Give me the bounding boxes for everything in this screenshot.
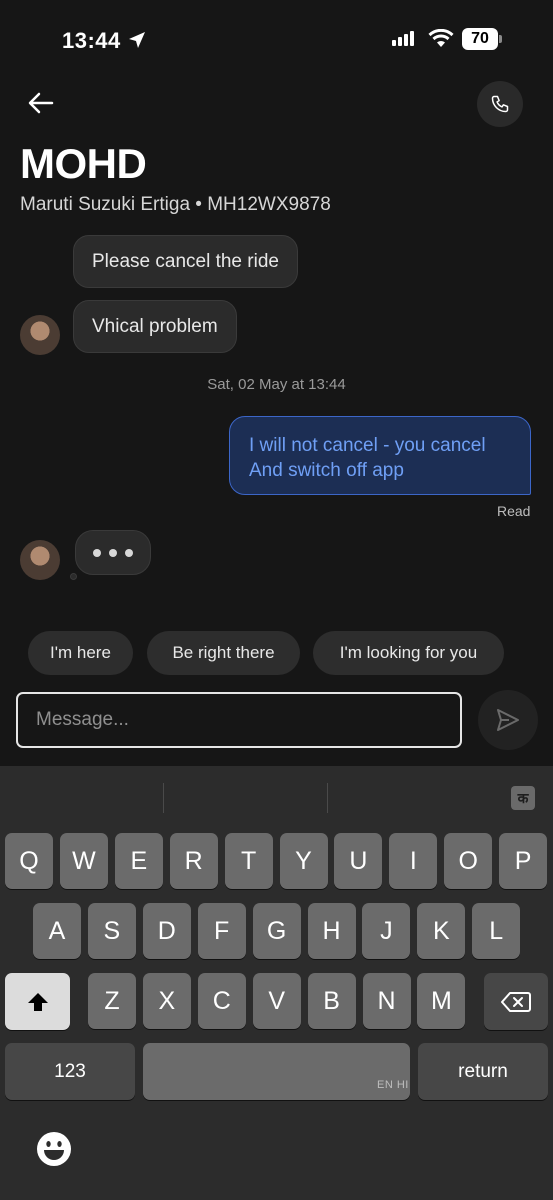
key-u[interactable]: U [334,833,383,889]
outgoing-message: I will not cancel - you cancel And switc… [229,416,531,495]
read-receipt: Read [497,503,531,519]
suggestion-divider [327,783,328,813]
key-x[interactable]: X [142,973,191,1029]
key-f[interactable]: F [197,903,246,959]
typing-dot [109,548,117,557]
driver-avatar [20,315,60,355]
typing-dot [93,548,101,557]
typing-dot [125,548,133,557]
location-arrow-icon [129,32,145,48]
key-g[interactable]: G [252,903,301,959]
quick-reply-be-right-there[interactable]: Be right there [147,631,300,675]
key-b[interactable]: B [307,973,356,1029]
space-key[interactable] [143,1043,410,1100]
message-input[interactable] [16,692,462,748]
phone-icon [491,95,509,113]
cellular-signal-icon [392,31,414,46]
space-key-language-label: EN HI [377,1079,409,1091]
key-h[interactable]: H [307,903,356,959]
typing-indicator [75,530,151,575]
outgoing-message-line: I will not cancel - you cancel [249,435,486,456]
key-y[interactable]: Y [279,833,328,889]
key-a[interactable]: A [33,903,81,959]
key-r[interactable]: R [169,833,218,889]
key-v[interactable]: V [252,973,301,1029]
battery-nub [499,35,502,43]
back-arrow-icon[interactable] [24,86,58,120]
quick-reply-looking-for-you[interactable]: I'm looking for you [313,631,504,675]
key-m[interactable]: M [417,973,466,1029]
quick-reply-im-here[interactable]: I'm here [28,631,133,675]
return-key[interactable]: return [418,1043,548,1100]
key-j[interactable]: J [362,903,411,959]
key-s[interactable]: S [87,903,136,959]
driver-avatar [20,540,60,580]
battery-indicator: 70 [462,28,498,50]
backspace-icon [501,991,531,1012]
key-p[interactable]: P [499,833,548,889]
key-k[interactable]: K [417,903,466,959]
key-e[interactable]: E [114,833,163,889]
vehicle-info: Maruti Suzuki Ertiga • MH12WX9878 [20,194,331,215]
key-d[interactable]: D [142,903,191,959]
status-time: 13:44 [62,28,121,53]
call-button[interactable] [477,81,523,127]
key-i[interactable]: I [389,833,438,889]
outgoing-message-line: And switch off app [249,460,404,481]
key-q[interactable]: Q [5,833,53,889]
incoming-message: Vhical problem [73,300,237,353]
numbers-key[interactable]: 123 [5,1043,135,1100]
key-z[interactable]: Z [88,973,136,1029]
key-n[interactable]: N [362,973,411,1029]
send-icon [497,709,519,731]
incoming-message: Please cancel the ride [73,235,298,288]
message-timestamp: Sat, 02 May at 13:44 [207,376,346,393]
key-o[interactable]: O [444,833,493,889]
shift-icon [27,992,48,1011]
backspace-key[interactable] [484,973,548,1030]
key-l[interactable]: L [472,903,521,959]
contact-name: MOHD [20,140,147,187]
key-c[interactable]: C [197,973,246,1029]
wifi-icon [428,29,454,47]
key-t[interactable]: T [224,833,273,889]
emoji-icon[interactable] [36,1131,72,1167]
key-w[interactable]: W [59,833,108,889]
send-button[interactable] [478,690,538,750]
language-switch-key[interactable]: क [511,786,535,810]
shift-key[interactable] [5,973,70,1030]
typing-indicator-tail [70,573,77,580]
suggestion-divider [163,783,164,813]
